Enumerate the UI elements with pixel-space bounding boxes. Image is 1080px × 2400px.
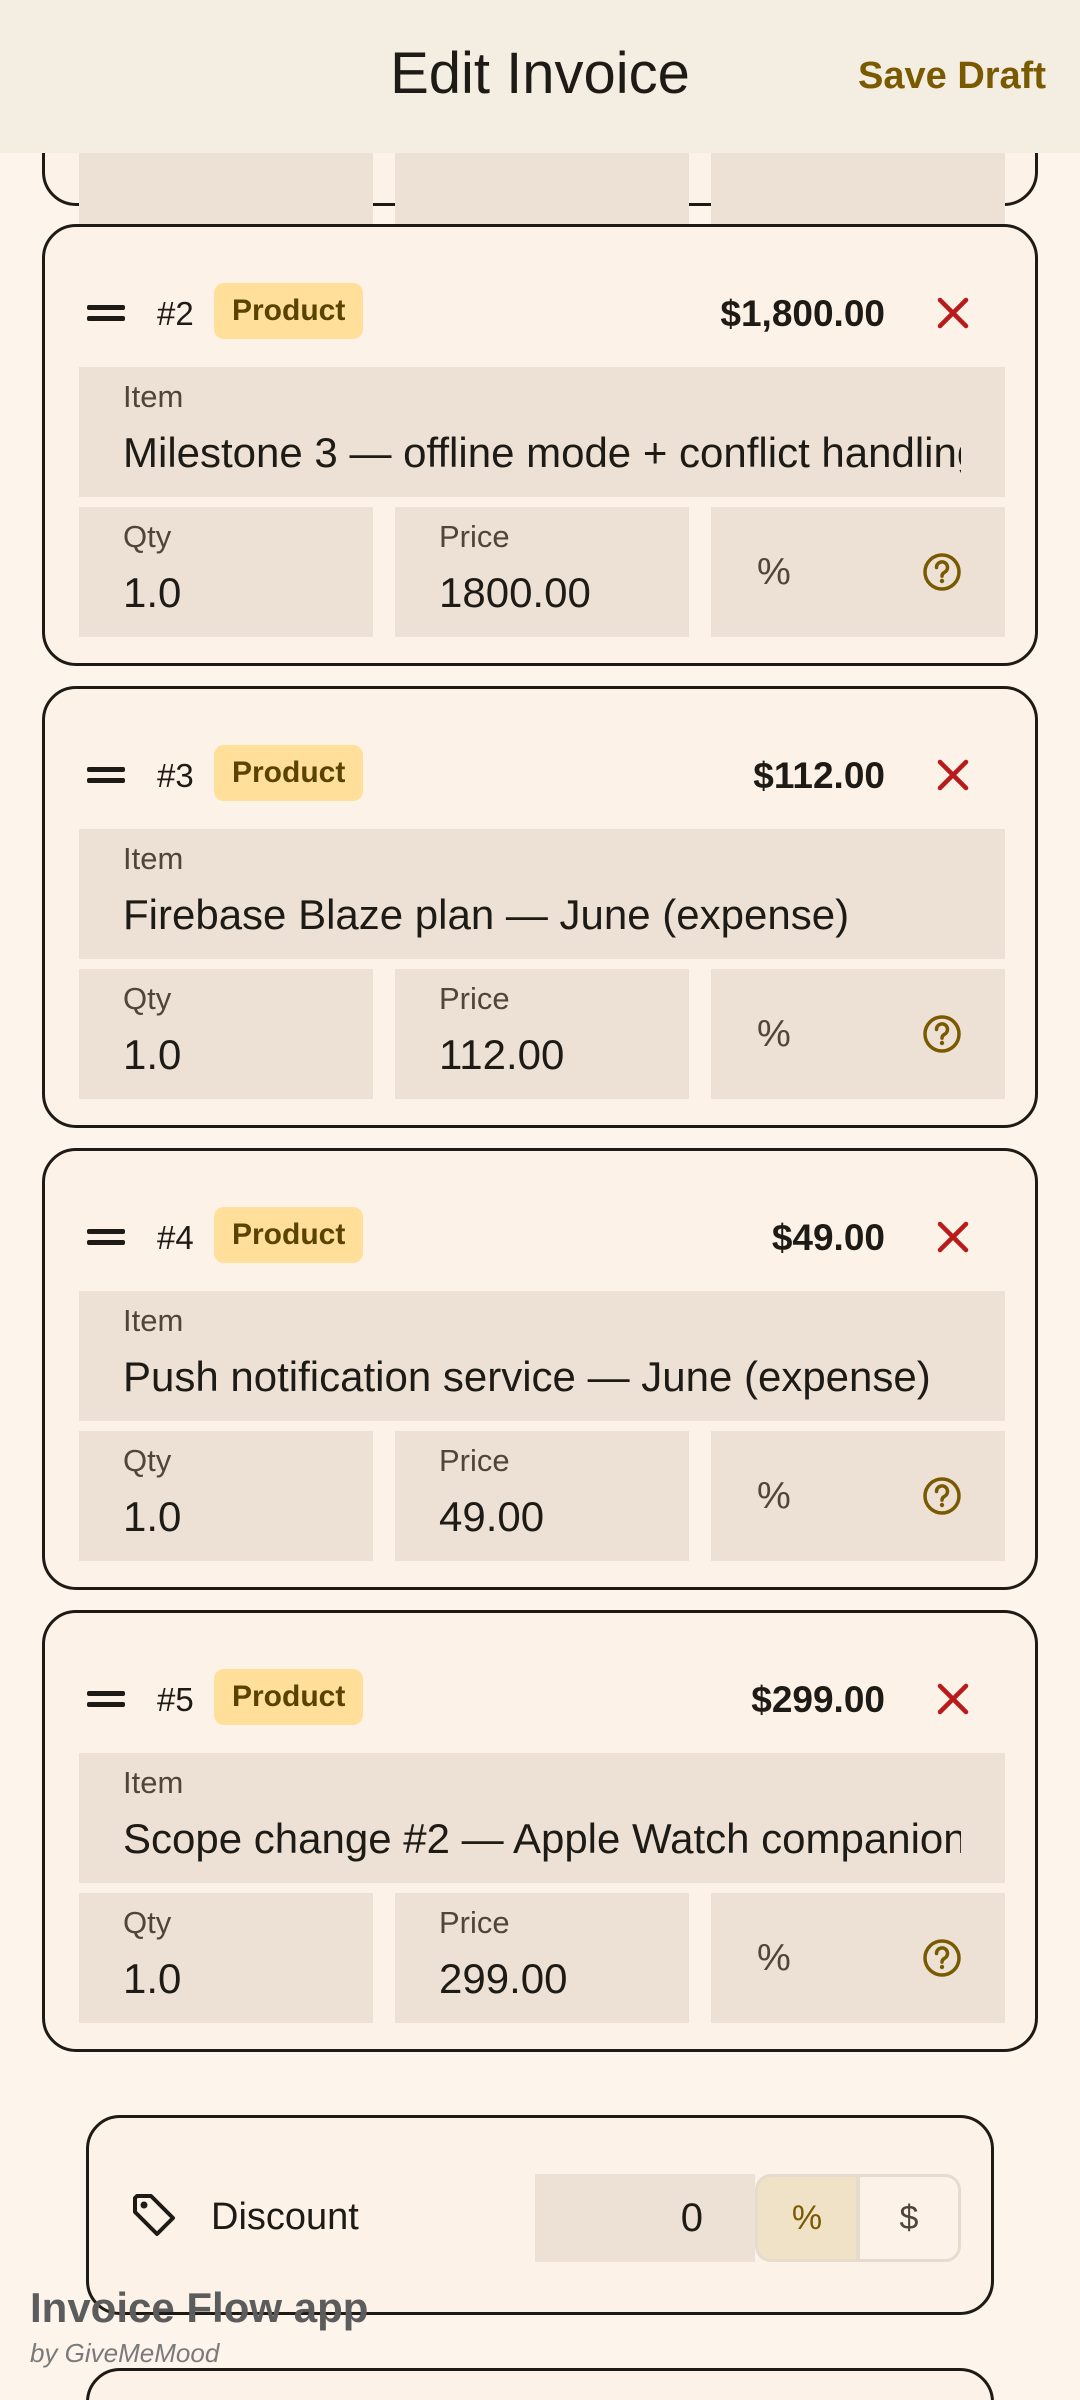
percent-label: % <box>757 1937 791 1979</box>
line-item-amount: $299.00 <box>751 1679 885 1720</box>
price-value: 112.00 <box>439 1031 565 1078</box>
price-label: Price <box>439 1905 510 1940</box>
line-item-number: #3 <box>157 757 194 794</box>
qty-value: 1.0 <box>123 569 182 616</box>
line-item-header: #4 Product $49.00 <box>45 1207 1035 1267</box>
line-item-amount: $1,800.00 <box>720 293 885 334</box>
price-value: 1800.00 <box>439 569 591 616</box>
close-icon <box>937 1683 969 1715</box>
brand-watermark-subtitle: by GiveMeMood <box>30 2338 220 2368</box>
discount-dollar-toggle[interactable]: $ <box>857 2174 961 2262</box>
price-label: Price <box>439 981 510 1016</box>
qty-label: Qty <box>123 1443 172 1478</box>
line-item-amount: $112.00 <box>753 755 885 796</box>
percent-field[interactable]: % <box>711 507 1005 637</box>
fields-row: Qty 1.0 Price 49.00 % <box>79 1431 1005 1561</box>
line-item-card: #2 Product $1,800.00 Item Milestone 3 — … <box>42 224 1038 666</box>
line-item-amount: $49.00 <box>771 1217 885 1258</box>
line-item-header: #5 Product $299.00 <box>45 1669 1035 1729</box>
line-item-number: #4 <box>157 1219 194 1256</box>
app-bar: Edit Invoice Save Draft <box>0 0 1080 153</box>
discount-percent-toggle[interactable]: % <box>755 2174 859 2262</box>
help-icon[interactable] <box>921 1475 963 1517</box>
qty-field[interactable]: Qty 1.0 <box>79 507 373 637</box>
drag-handle-icon[interactable] <box>87 1227 125 1247</box>
drag-handle-icon[interactable] <box>87 765 125 785</box>
percent-field[interactable]: % <box>711 1431 1005 1561</box>
item-label: Item <box>123 841 184 876</box>
item-value: Scope change #2 — Apple Watch companion <box>123 1815 961 1862</box>
help-icon[interactable] <box>921 551 963 593</box>
item-description-field[interactable]: Item Milestone 3 — offline mode + confli… <box>79 367 1005 497</box>
price-field[interactable]: Price 112.00 <box>395 969 689 1099</box>
qty-field[interactable]: Qty 1.0 <box>79 969 373 1099</box>
fields-row: Qty 1.0 Price 112.00 % <box>79 969 1005 1099</box>
item-type-badge: Product <box>214 1669 364 1725</box>
fields-row: Qty 1.0 Price 1800.00 % <box>79 507 1005 637</box>
save-draft-button[interactable]: Save Draft <box>858 55 1046 98</box>
percent-label: % <box>757 1013 791 1055</box>
qty-value: 1.0 <box>123 1493 182 1540</box>
item-description-field[interactable]: Item Scope change #2 — Apple Watch compa… <box>79 1753 1005 1883</box>
remove-item-button[interactable] <box>931 1215 975 1259</box>
qty-field[interactable]: Qty 1.0 <box>79 1893 373 2023</box>
item-value: Firebase Blaze plan — June (expense) <box>123 891 850 938</box>
item-label: Item <box>123 1303 184 1338</box>
next-card-partial <box>86 2368 994 2400</box>
item-type-badge: Product <box>214 1207 364 1263</box>
price-field[interactable]: Price 1800.00 <box>395 507 689 637</box>
tag-icon <box>127 2188 181 2242</box>
price-field[interactable]: Price 299.00 <box>395 1893 689 2023</box>
item-description-field[interactable]: Item Push notification service — June (e… <box>79 1291 1005 1421</box>
qty-label: Qty <box>123 519 172 554</box>
close-icon <box>937 759 969 791</box>
qty-label: Qty <box>123 981 172 1016</box>
item-label: Item <box>123 379 184 414</box>
line-item-number: #2 <box>157 295 194 332</box>
close-icon <box>937 1221 969 1253</box>
item-type-badge: Product <box>214 745 364 801</box>
price-field[interactable]: Price 49.00 <box>395 1431 689 1561</box>
item-description-field[interactable]: Item Firebase Blaze plan — June (expense… <box>79 829 1005 959</box>
percent-field[interactable]: % <box>711 969 1005 1099</box>
line-item-card: #4 Product $49.00 Item Push notification… <box>42 1148 1038 1590</box>
item-value: Milestone 3 — offline mode + conflict ha… <box>123 429 961 476</box>
item-value: Push notification service — June (expens… <box>123 1353 931 1400</box>
help-icon[interactable] <box>921 1937 963 1979</box>
remove-item-button[interactable] <box>931 1677 975 1721</box>
qty-label: Qty <box>123 1905 172 1940</box>
line-item-header: #2 Product $1,800.00 <box>45 283 1035 343</box>
line-item-card: #5 Product $299.00 Item Scope change #2 … <box>42 1610 1038 2052</box>
item-type-badge: Product <box>214 283 364 339</box>
drag-handle-icon[interactable] <box>87 1689 125 1709</box>
price-label: Price <box>439 1443 510 1478</box>
help-icon[interactable] <box>921 1013 963 1055</box>
price-value: 299.00 <box>439 1955 568 2002</box>
brand-watermark-title: Invoice Flow app <box>30 2284 369 2331</box>
line-item-number: #5 <box>157 1681 194 1718</box>
line-items-list: #2 Product $1,800.00 Item Milestone 3 — … <box>0 0 1080 2400</box>
percent-label: % <box>757 551 791 593</box>
price-value: 49.00 <box>439 1493 545 1540</box>
drag-handle-icon[interactable] <box>87 303 125 323</box>
line-item-header: #3 Product $112.00 <box>45 745 1035 805</box>
qty-value: 1.0 <box>123 1031 182 1078</box>
discount-label: Discount <box>211 2196 359 2238</box>
percent-field[interactable]: % <box>711 1893 1005 2023</box>
discount-value-input[interactable]: 0 <box>535 2174 755 2262</box>
remove-item-button[interactable] <box>931 753 975 797</box>
item-label: Item <box>123 1765 184 1800</box>
close-icon <box>937 297 969 329</box>
remove-item-button[interactable] <box>931 291 975 335</box>
price-label: Price <box>439 519 510 554</box>
fields-row: Qty 1.0 Price 299.00 % <box>79 1893 1005 2023</box>
line-item-card: #3 Product $112.00 Item Firebase Blaze p… <box>42 686 1038 1128</box>
percent-label: % <box>757 1475 791 1517</box>
qty-field[interactable]: Qty 1.0 <box>79 1431 373 1561</box>
qty-value: 1.0 <box>123 1955 182 2002</box>
